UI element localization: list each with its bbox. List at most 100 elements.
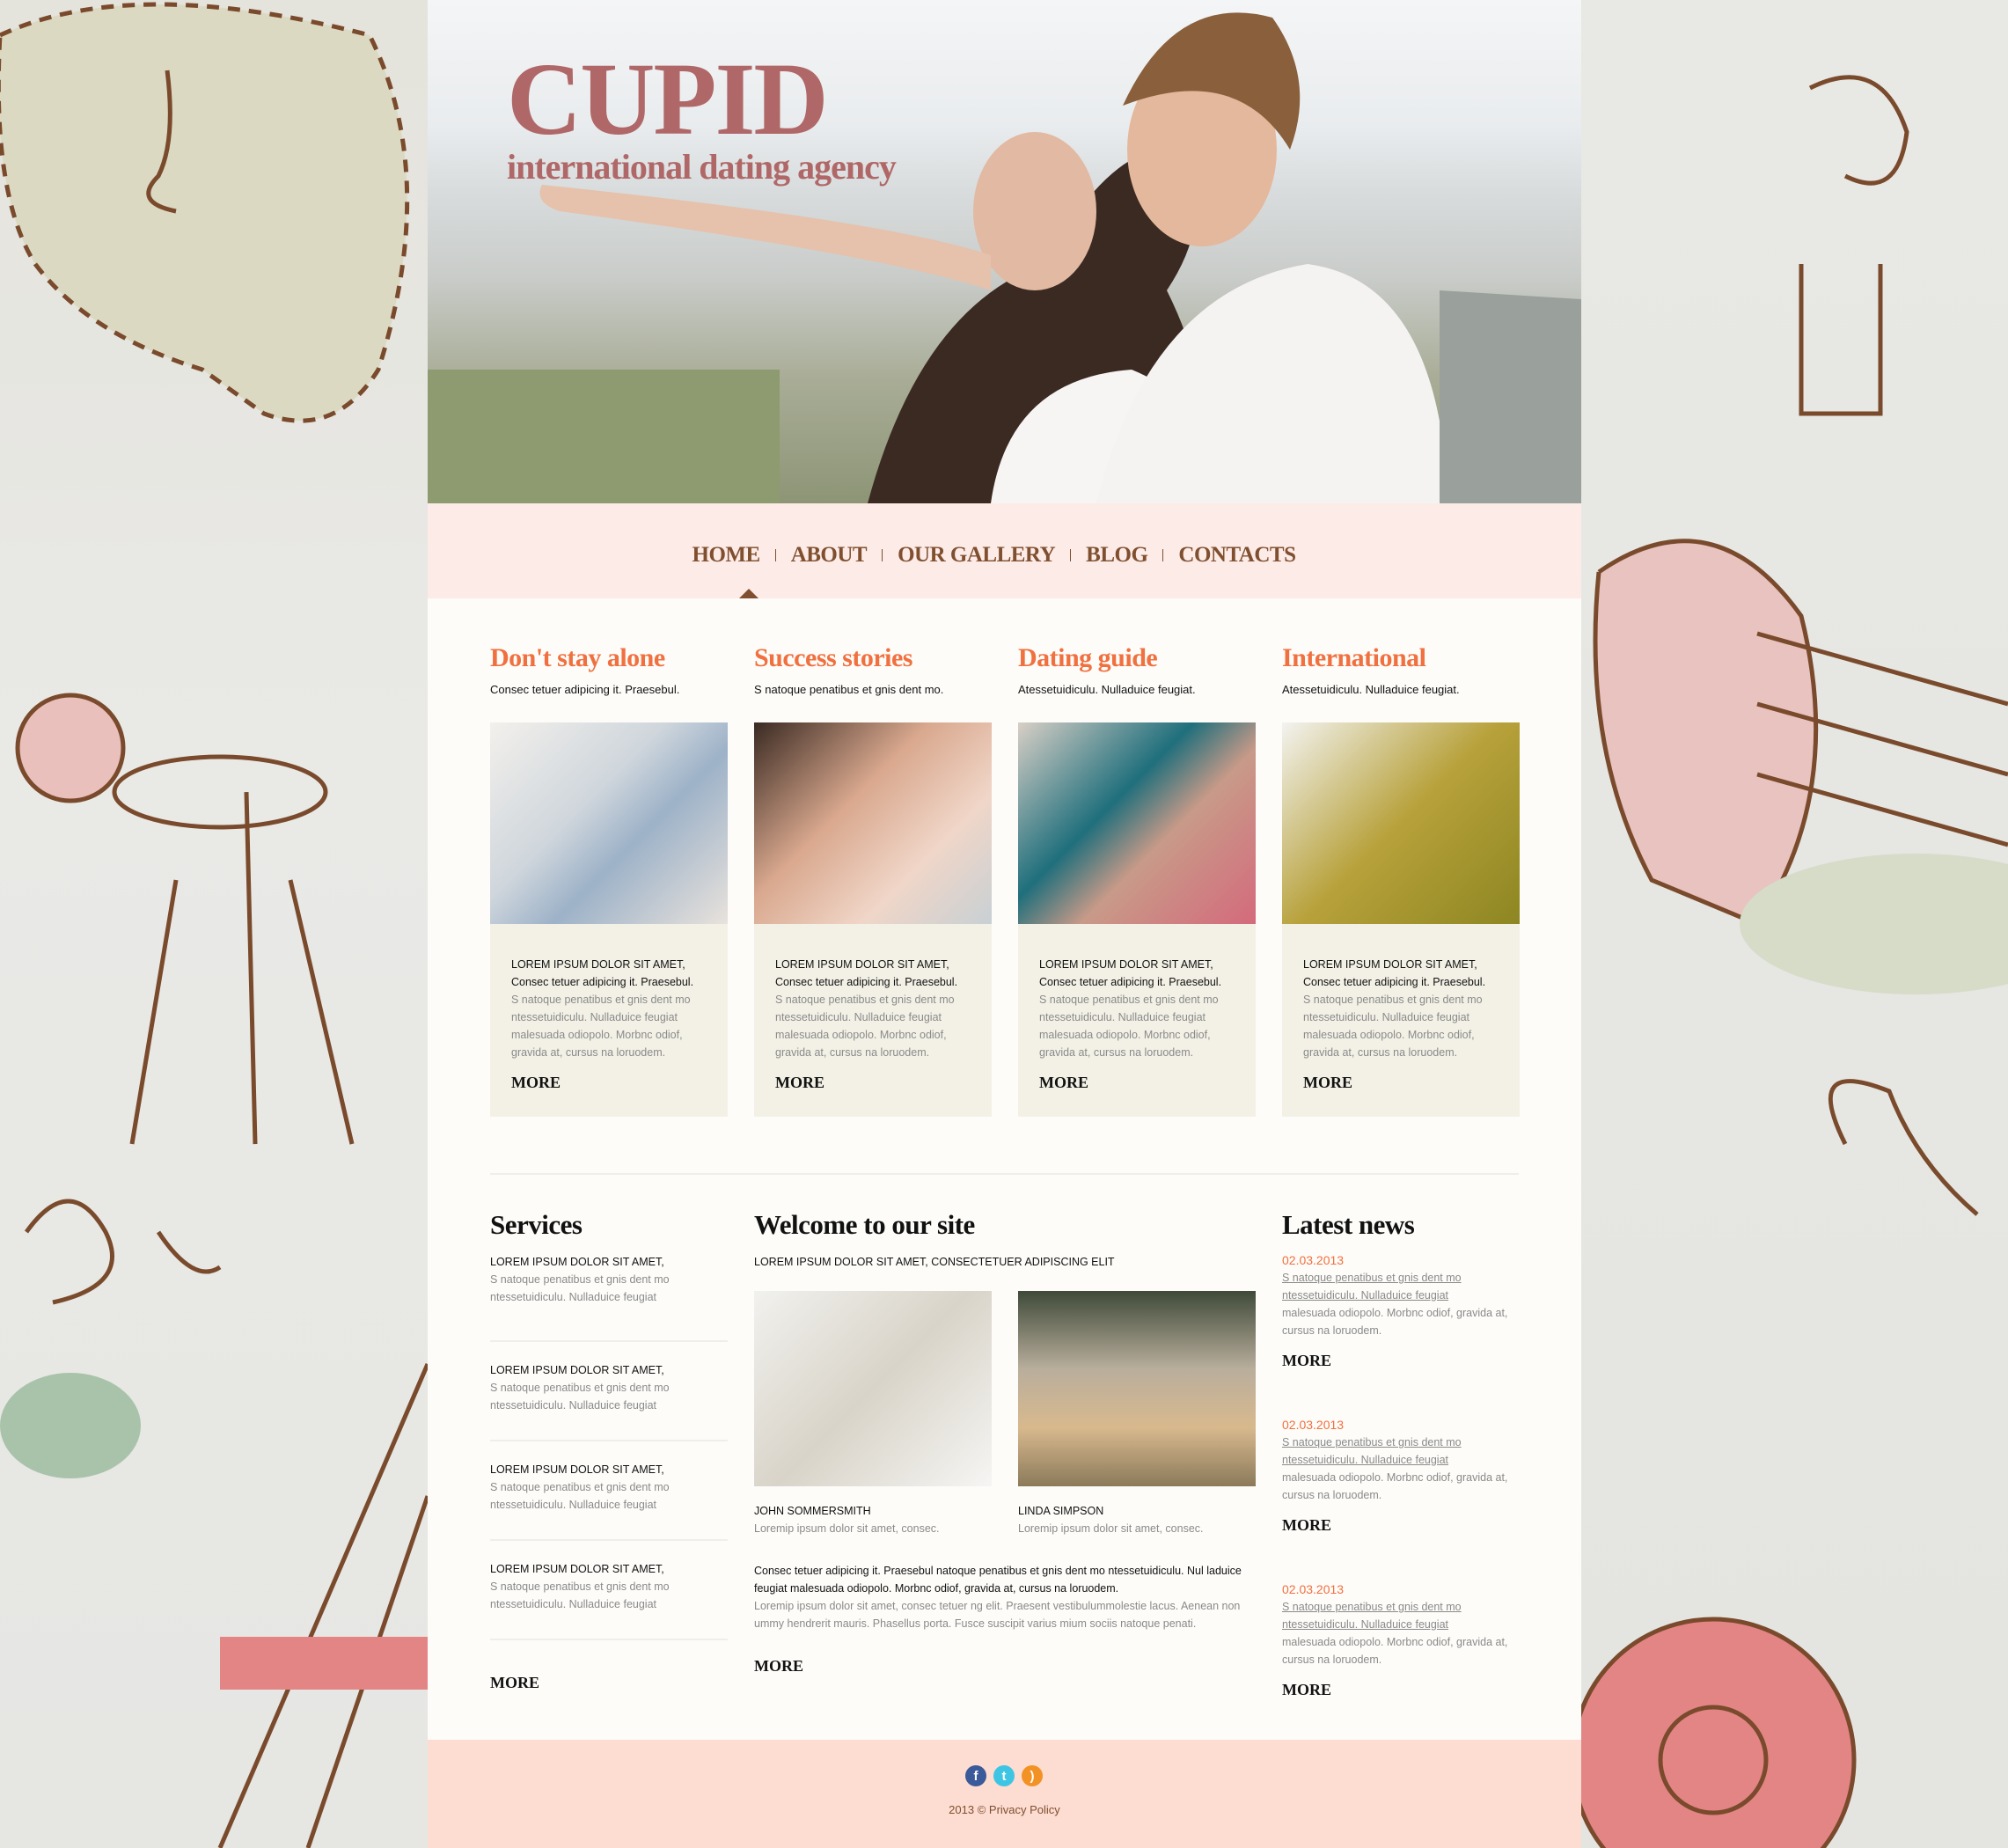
feature-body: S natoque penatibus et gnis dent mo ntes… [1303,994,1483,1059]
news-date: 02.03.2013 [1282,1253,1345,1267]
news-more-link[interactable]: MORE [1282,1516,1331,1535]
feature-lead: Consec tetuer adipicing it. Praesebul. [1303,976,1486,988]
section-divider [490,1173,1519,1175]
nav-separator [774,549,776,561]
news-link[interactable]: S natoque penatibus et gnis dent mo ntes… [1282,1436,1462,1466]
service-body: S natoque penatibus et gnis dent mo ntes… [490,1580,670,1610]
profile-text: Loremip ipsum dolor sit amet, consec. [754,1522,940,1535]
welcome-section: Welcome to our site LOREM IPSUM DOLOR SI… [754,1207,1256,1271]
feature-title[interactable]: Success stories [754,641,992,676]
feature-caps: LOREM IPSUM DOLOR SIT AMET, [1303,958,1477,971]
feature-box: LOREM IPSUM DOLOR SIT AMET, Consec tetue… [1018,924,1256,1117]
rss-icon[interactable]: ) [1022,1765,1043,1786]
services-section: Services LOREM IPSUM DOLOR SIT AMET, S na… [490,1207,728,1692]
news-link[interactable]: S natoque penatibus et gnis dent mo ntes… [1282,1272,1462,1302]
feature-title[interactable]: International [1282,641,1520,676]
footer: f t) 2013 © Privacy Policy [428,1740,1581,1848]
news-item: 02.03.2013 S natoque penatibus et gnis de… [1282,1416,1520,1535]
feature-subtitle: Consec tetuer adipicing it. Praesebul. [490,683,680,696]
feature-card: Dating guide Atessetuidiculu. Nulladuice… [1018,641,1256,1117]
service-item: LOREM IPSUM DOLOR SIT AMET, S natoque pen… [490,1342,728,1441]
nav-gallery[interactable]: OUR GALLERY [898,543,1086,568]
news-body: malesuada odiopolo. Morbnc odiof, gravid… [1282,1307,1508,1337]
service-body: S natoque penatibus et gnis dent mo ntes… [490,1382,670,1412]
nav-contacts[interactable]: CONTACTS [1178,543,1296,568]
copyright-privacy-link[interactable]: 2013 © Privacy Policy [428,1803,1581,1816]
service-caps: LOREM IPSUM DOLOR SIT AMET, [490,1563,664,1575]
news-section: Latest news 02.03.2013 S natoque penatibu… [1282,1207,1520,1699]
feature-more-link[interactable]: MORE [511,1074,561,1092]
decorative-background-right [1581,0,2008,1848]
active-nav-indicator [739,589,758,598]
profile-card[interactable]: JOHN SOMMERSMITH Loremip ipsum dolor sit… [754,1291,992,1537]
services-title: Services [490,1209,583,1240]
feature-body: S natoque penatibus et gnis dent mo ntes… [775,994,955,1059]
feature-photo[interactable] [1282,722,1520,924]
nav-label[interactable]: BLOG [1086,543,1148,568]
main-nav: HOME ABOUT OUR GALLERY BLOG CONTACTS [428,503,1581,598]
profile-photo-john[interactable] [754,1291,992,1486]
profile-photo-linda[interactable] [1018,1291,1256,1486]
feature-lead: Consec tetuer adipicing it. Praesebul. [511,976,694,988]
feature-more-link[interactable]: MORE [1303,1074,1352,1092]
nav-label[interactable]: OUR GALLERY [898,543,1056,568]
news-more-link[interactable]: MORE [1282,1681,1331,1699]
feature-subtitle: Atessetuidiculu. Nulladuice feugiat. [1018,683,1196,696]
nav-home[interactable]: HOME [693,543,791,568]
profile-name: LINDA SIMPSON [1018,1505,1104,1517]
twitter-icon[interactable]: t [993,1765,1015,1786]
welcome-caps: LOREM IPSUM DOLOR SIT AMET, CONSECTETUER… [754,1256,1115,1268]
service-item: LOREM IPSUM DOLOR SIT AMET, S natoque pen… [490,1441,728,1541]
page-container: CUPID international dating agency HOME A… [428,0,1581,1848]
nav-about[interactable]: ABOUT [791,543,898,568]
nav-label[interactable]: HOME [693,543,761,568]
service-body: S natoque penatibus et gnis dent mo ntes… [490,1481,670,1511]
logo-tagline: international dating agency [507,147,897,187]
welcome-text: Loremip ipsum dolor sit amet, consec tet… [754,1600,1241,1630]
nav-blog[interactable]: BLOG [1086,543,1178,568]
feature-body: S natoque penatibus et gnis dent mo ntes… [511,994,691,1059]
feature-lead: Consec tetuer adipicing it. Praesebul. [1039,976,1222,988]
nav-label[interactable]: CONTACTS [1178,543,1296,568]
welcome-lead: Consec tetuer adipicing it. Praesebul na… [754,1565,1242,1595]
feature-title[interactable]: Dating guide [1018,641,1256,676]
news-link[interactable]: S natoque penatibus et gnis dent mo ntes… [1282,1601,1462,1631]
feature-caps: LOREM IPSUM DOLOR SIT AMET, [1039,958,1213,971]
service-caps: LOREM IPSUM DOLOR SIT AMET, [490,1364,664,1376]
nav-separator [882,549,883,561]
feature-subtitle: Atessetuidiculu. Nulladuice feugiat. [1282,683,1460,696]
feature-subtitle: S natoque penatibus et gnis dent mo. [754,683,944,696]
decorative-background-left [0,0,428,1848]
feature-box: LOREM IPSUM DOLOR SIT AMET, Consec tetue… [1282,924,1520,1117]
news-title: Latest news [1282,1209,1415,1240]
service-caps: LOREM IPSUM DOLOR SIT AMET, [490,1256,664,1268]
welcome-title: Welcome to our site [754,1209,975,1240]
news-more-link[interactable]: MORE [1282,1352,1331,1370]
feature-box: LOREM IPSUM DOLOR SIT AMET, Consec tetue… [490,924,728,1117]
service-item: LOREM IPSUM DOLOR SIT AMET, S natoque pen… [490,1541,728,1640]
feature-body: S natoque penatibus et gnis dent mo ntes… [1039,994,1219,1059]
welcome-body: Consec tetuer adipicing it. Praesebul na… [754,1562,1256,1676]
news-body: malesuada odiopolo. Morbnc odiof, gravid… [1282,1636,1508,1666]
feature-caps: LOREM IPSUM DOLOR SIT AMET, [511,958,685,971]
feature-lead: Consec tetuer adipicing it. Praesebul. [775,976,958,988]
service-item: LOREM IPSUM DOLOR SIT AMET, S natoque pen… [490,1243,728,1342]
feature-photo[interactable] [490,722,728,924]
service-body: S natoque penatibus et gnis dent mo ntes… [490,1273,670,1303]
feature-card: Don't stay alone Consec tetuer adipicing… [490,641,728,1117]
feature-photo[interactable] [1018,722,1256,924]
site-logo[interactable]: CUPID international dating agency [507,48,897,187]
profile-card[interactable]: LINDA SIMPSON Loremip ipsum dolor sit am… [1018,1291,1256,1537]
news-body: malesuada odiopolo. Morbnc odiof, gravid… [1282,1471,1508,1501]
hero-banner: CUPID international dating agency [428,0,1581,503]
feature-more-link[interactable]: MORE [1039,1074,1088,1092]
welcome-more-link[interactable]: MORE [754,1657,803,1676]
nav-label[interactable]: ABOUT [791,543,868,568]
feature-photo[interactable] [754,722,992,924]
services-more-link[interactable]: MORE [490,1674,539,1692]
facebook-icon[interactable]: f [965,1765,986,1786]
feature-card: Success stories S natoque penatibus et g… [754,641,992,1117]
feature-title[interactable]: Don't stay alone [490,641,728,676]
feature-more-link[interactable]: MORE [775,1074,824,1092]
news-item: 02.03.2013 S natoque penatibus et gnis de… [1282,1580,1520,1699]
